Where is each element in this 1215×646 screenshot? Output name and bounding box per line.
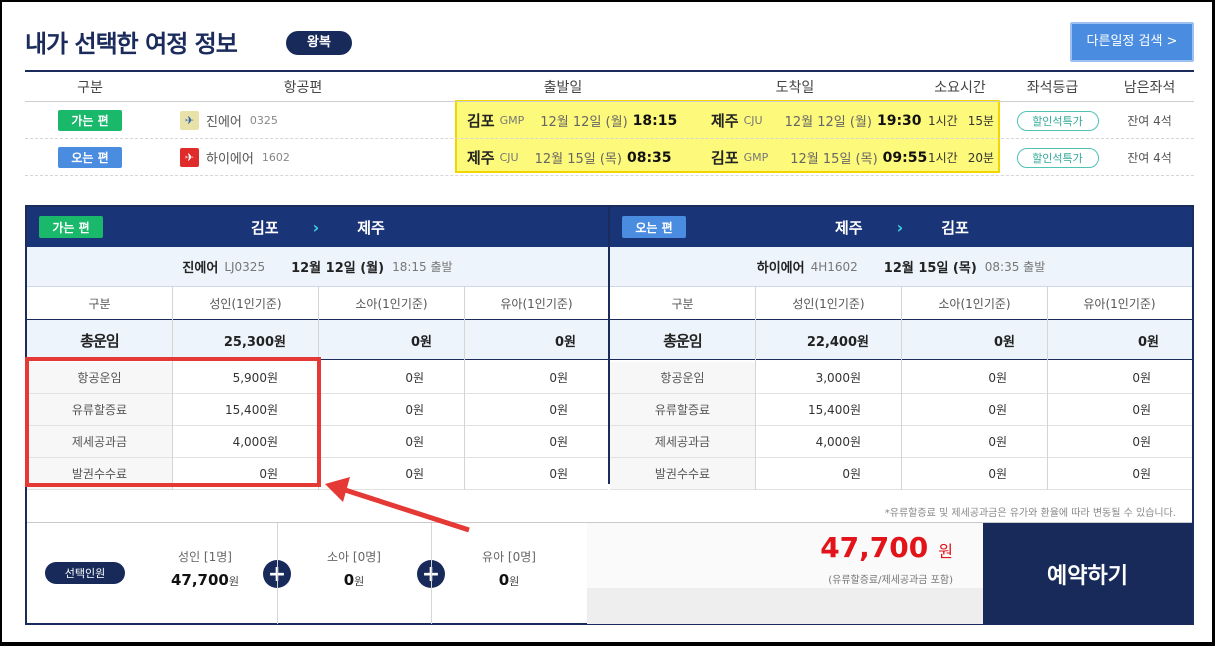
page-frame: 내가 선택한 여정 정보 왕복 다른일정 검색 > 구분 항공편 출발일 도착일… <box>0 0 1215 646</box>
annotation-arrow-icon <box>325 477 470 533</box>
